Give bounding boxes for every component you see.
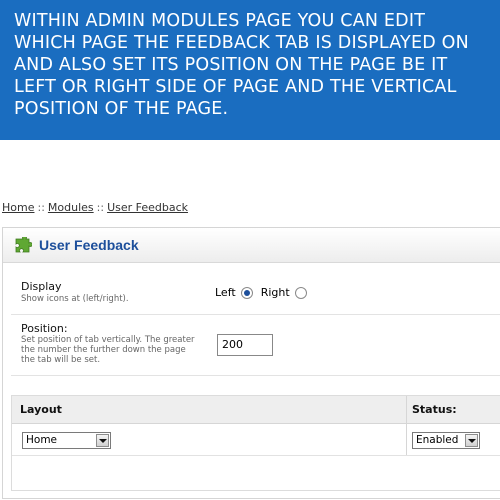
breadcrumb-user-feedback[interactable]: User Feedback xyxy=(107,201,188,214)
puzzle-piece-icon xyxy=(15,237,32,253)
left-radio[interactable] xyxy=(240,286,253,299)
breadcrumb-modules[interactable]: Modules xyxy=(48,201,94,214)
display-label: Display xyxy=(21,280,62,293)
table-header-row: Layout Status: xyxy=(12,396,500,424)
display-radio-group: Left Right xyxy=(215,286,315,299)
breadcrumb-separator: :: xyxy=(96,201,105,214)
table-row: Home Enabled xyxy=(12,424,500,456)
position-help: Set position of tab vertically. The grea… xyxy=(21,335,195,365)
panel-title: User Feedback xyxy=(39,237,139,253)
user-feedback-panel: User Feedback Display Show icons at (lef… xyxy=(2,227,500,499)
layout-select-value: Home xyxy=(26,434,58,446)
breadcrumb-separator: :: xyxy=(37,201,45,214)
position-label: Position: xyxy=(21,322,68,335)
position-input[interactable]: 200 xyxy=(217,334,273,356)
layout-select[interactable]: Home xyxy=(22,432,111,449)
chevron-down-icon xyxy=(465,434,478,447)
layout-status-table: Layout Status: Home Enabled xyxy=(11,395,500,491)
display-setting-row: Display Show icons at (left/right). Left… xyxy=(11,270,500,315)
right-radio[interactable] xyxy=(294,286,307,299)
layout-column-header: Layout xyxy=(20,403,62,416)
chevron-down-icon xyxy=(96,434,109,447)
display-help: Show icons at (left/right). xyxy=(21,294,129,304)
breadcrumb-home[interactable]: Home xyxy=(2,201,34,214)
info-banner: WITHIN ADMIN MODULES PAGE YOU CAN EDIT W… xyxy=(0,0,500,140)
status-column-header: Status: xyxy=(412,403,457,416)
breadcrumb: Home:: Modules:: User Feedback xyxy=(2,201,188,214)
panel-header: User Feedback xyxy=(3,228,500,263)
status-select[interactable]: Enabled xyxy=(412,432,480,449)
right-radio-label: Right xyxy=(260,286,290,299)
status-select-value: Enabled xyxy=(416,434,459,446)
position-setting-row: Position: Set position of tab vertically… xyxy=(11,315,500,376)
banner-text: WITHIN ADMIN MODULES PAGE YOU CAN EDIT W… xyxy=(14,11,469,119)
left-radio-label: Left xyxy=(215,286,236,299)
